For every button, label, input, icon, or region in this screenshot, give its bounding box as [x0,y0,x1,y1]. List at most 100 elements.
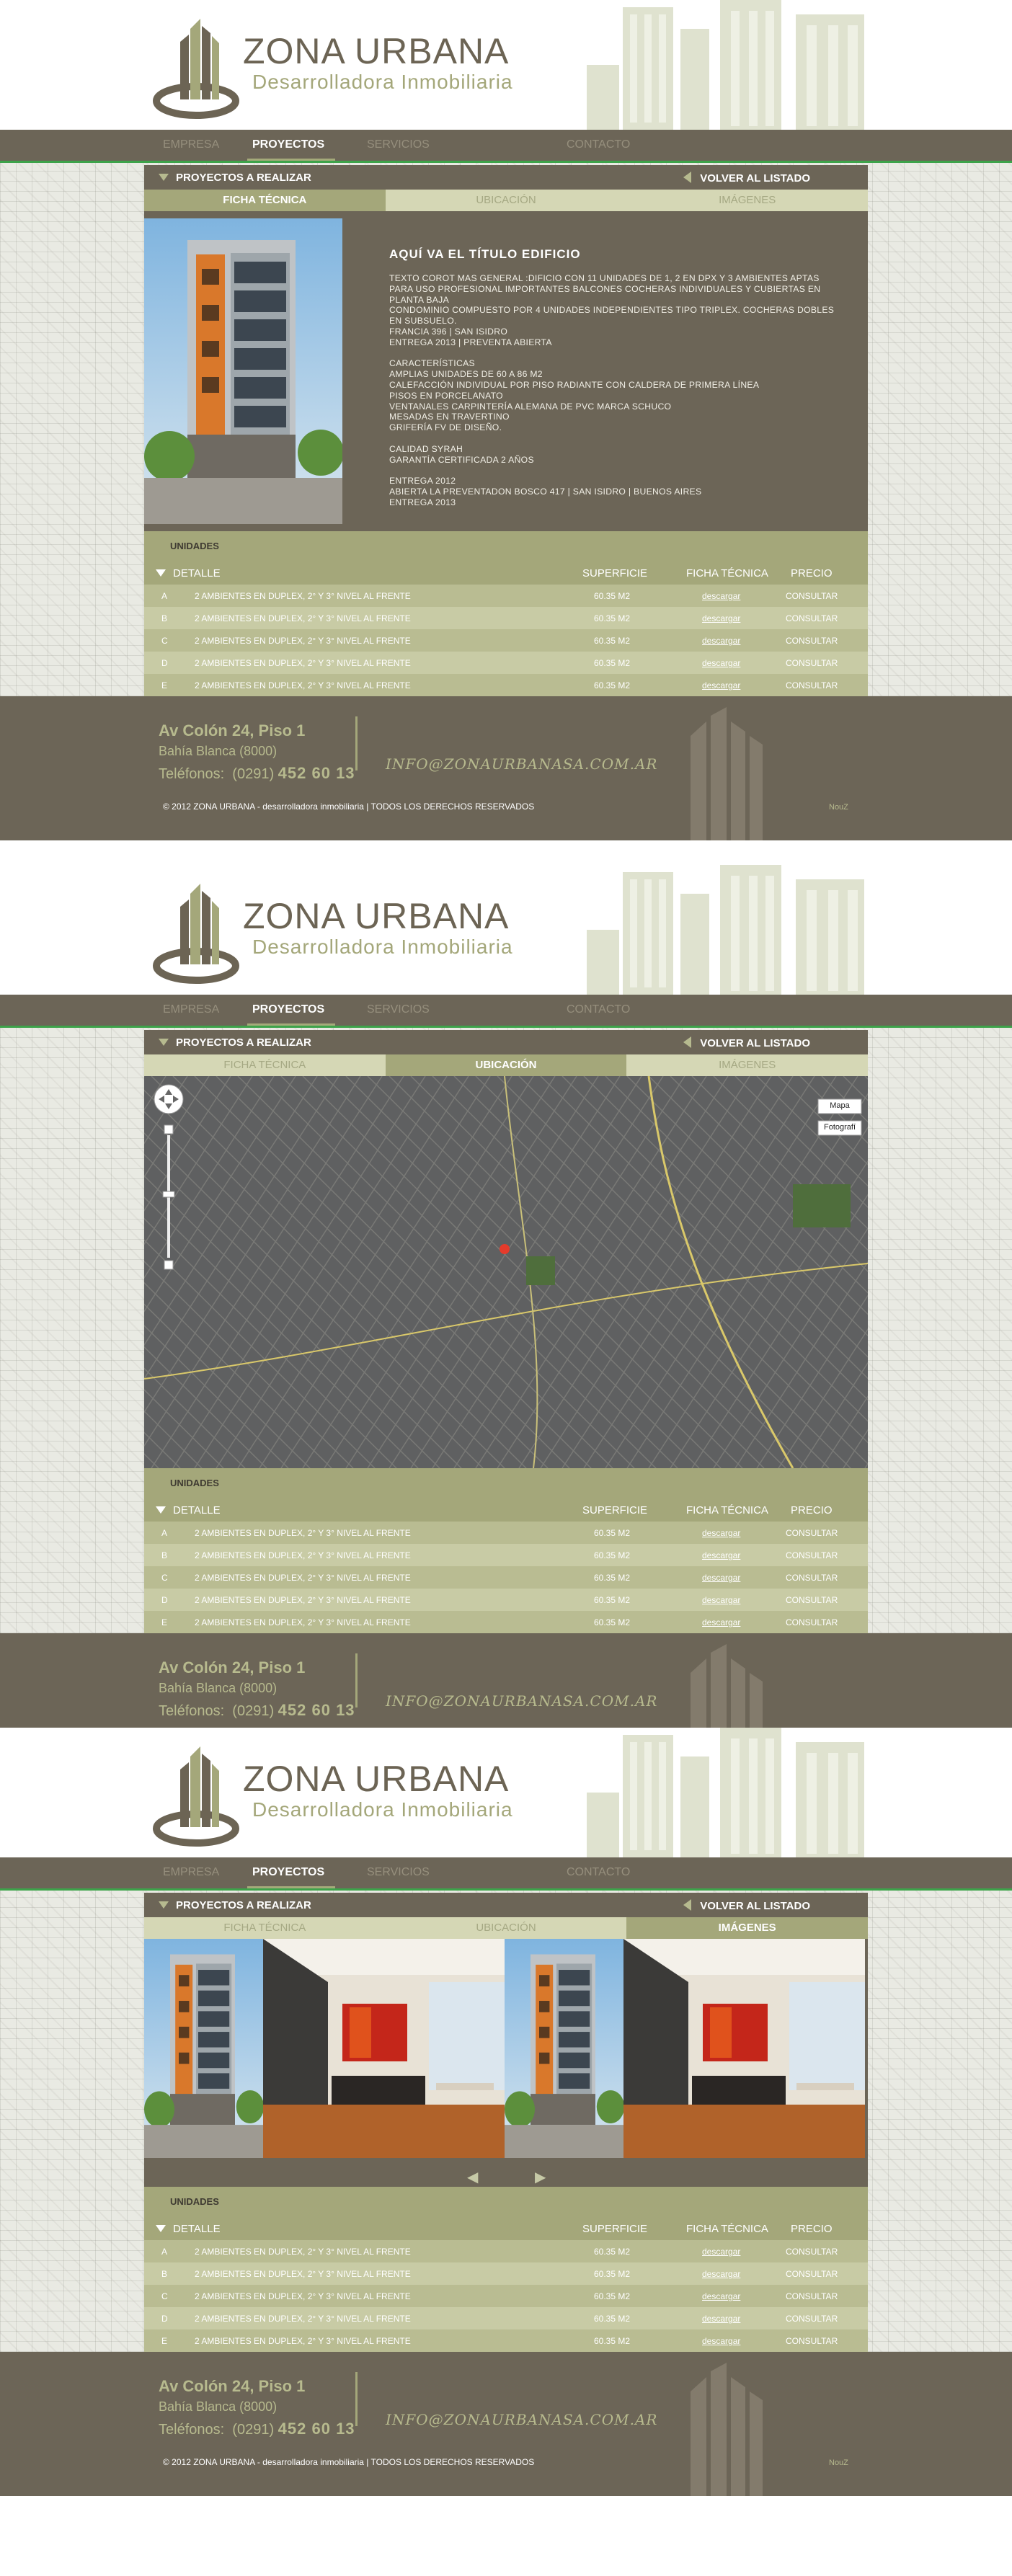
tab-ubicacion[interactable]: UBICACIÓN [385,1054,627,1076]
footer-copyright: © 2012 ZONA URBANA - desarrolladora inmo… [163,801,535,812]
satellite-map[interactable] [144,1076,868,1468]
nav-item-contacto[interactable]: CONTACTO [567,1866,630,1879]
footer-divider [355,2372,358,2426]
unit-download-link[interactable]: descargar [702,591,740,601]
unit-letter: E [161,1617,168,1627]
phone-label: Teléfonos: [159,766,225,782]
gallery-photo-interior-2 [623,1939,865,2158]
nav-item-contacto[interactable]: CONTACTO [567,1003,630,1016]
nav-item-empresa[interactable]: EMPRESA [163,138,219,151]
nav-item-proyectos[interactable]: PROYECTOS [252,1003,324,1016]
back-to-list-link[interactable]: VOLVER AL LISTADO [683,1899,810,1912]
unit-row[interactable]: A 2 AMBIENTES EN DUPLEX, 2° Y 3° NIVEL AL… [144,585,868,607]
projects-to-build-link[interactable]: PROYECTOS A REALIZAR [159,172,311,184]
unit-row[interactable]: D 2 AMBIENTES EN DUPLEX, 2° Y 3° NIVEL AL… [144,2307,868,2329]
unit-price: CONSULTAR [786,2336,838,2346]
projects-bar: PROYECTOS A REALIZAR VOLVER AL LISTADO [144,1893,868,1917]
unit-row[interactable]: E 2 AMBIENTES EN DUPLEX, 2° Y 3° NIVEL AL… [144,2329,868,2352]
tab-imagenes[interactable]: IMÁGENES [626,190,869,211]
unit-row[interactable]: B 2 AMBIENTES EN DUPLEX, 2° Y 3° NIVEL AL… [144,607,868,629]
projects-to-build-link[interactable]: PROYECTOS A REALIZAR [159,1036,311,1049]
unit-row[interactable]: B 2 AMBIENTES EN DUPLEX, 2° Y 3° NIVEL AL… [144,2262,868,2285]
tab-ubicacion[interactable]: UBICACIÓN [385,1917,627,1939]
footer-credit-link[interactable]: NouZ [829,2459,848,2467]
unit-row[interactable]: B 2 AMBIENTES EN DUPLEX, 2° Y 3° NIVEL AL… [144,1544,868,1566]
tab-ficha-tecnica[interactable]: FICHA TÉCNICA [144,1054,386,1076]
unit-download-link[interactable]: descargar [702,1595,740,1605]
nav-item-servicios[interactable]: SERVICIOS [367,1866,430,1879]
unit-download-link[interactable]: descargar [702,658,740,668]
unit-row[interactable]: E 2 AMBIENTES EN DUPLEX, 2° Y 3° NIVEL AL… [144,1611,868,1633]
gallery-prev-icon[interactable]: ◀ [467,2168,478,2186]
building-title: AQUÍ VA EL TÍTULO EDIFICIO [389,247,581,261]
map-type-button-satellite[interactable]: Fotografí [819,1123,861,1132]
back-to-list-link[interactable]: VOLVER AL LISTADO [683,172,810,185]
price-header: PRECIO [791,1504,833,1516]
brand-subtitle: Desarrolladora Inmobiliaria [252,936,513,958]
unit-download-link[interactable]: descargar [702,2291,740,2301]
unit-row[interactable]: C 2 AMBIENTES EN DUPLEX, 2° Y 3° NIVEL AL… [144,629,868,652]
footer-email-link[interactable]: INFO@ZONAURBANASA.COM.AR [386,755,657,773]
unit-download-link[interactable]: descargar [702,2314,740,2324]
nav-item-proyectos[interactable]: PROYECTOS [252,138,324,151]
unit-row[interactable]: C 2 AMBIENTES EN DUPLEX, 2° Y 3° NIVEL AL… [144,2285,868,2307]
unit-download-link[interactable]: descargar [702,1550,740,1560]
unit-row[interactable]: E 2 AMBIENTES EN DUPLEX, 2° Y 3° NIVEL AL… [144,674,868,696]
units-rows: A 2 AMBIENTES EN DUPLEX, 2° Y 3° NIVEL AL… [144,585,868,696]
footer-phone: Teléfonos: (0291) 452 60 13 [159,1701,355,1720]
site-header: ZONA URBANA Desarrolladora Inmobiliaria [0,865,1012,995]
unit-download-link[interactable]: descargar [702,613,740,623]
unit-download-link[interactable]: descargar [702,2336,740,2346]
gallery-next-icon[interactable]: ▶ [535,2168,546,2186]
back-to-list-link[interactable]: VOLVER AL LISTADO [683,1036,810,1049]
image-gallery [144,1939,868,2158]
footer-divider [355,716,358,770]
nav-item-servicios[interactable]: SERVICIOS [367,138,430,151]
tab-body: Mapa Fotografí [144,1076,868,1468]
unit-surface: 60.35 M2 [594,2247,631,2257]
tab-imagenes[interactable]: IMÁGENES [626,1054,869,1076]
phone-number: 452 60 13 [278,2420,355,2438]
nav-item-empresa[interactable]: EMPRESA [163,1003,219,1016]
units-title: UNIDADES [170,1478,219,1488]
nav-item-servicios[interactable]: SERVICIOS [367,1003,430,1016]
unit-row[interactable]: C 2 AMBIENTES EN DUPLEX, 2° Y 3° NIVEL AL… [144,1566,868,1589]
unit-price: CONSULTAR [786,2314,838,2324]
unit-row[interactable]: D 2 AMBIENTES EN DUPLEX, 2° Y 3° NIVEL AL… [144,1589,868,1611]
footer-credit-link[interactable]: NouZ [829,803,848,812]
unit-download-link[interactable]: descargar [702,2247,740,2257]
ficha-line: PISOS EN PORCELANATO [389,390,503,401]
zoom-out-icon [164,1260,174,1270]
unit-download-link[interactable]: descargar [702,1528,740,1538]
unit-download-link[interactable]: descargar [702,2269,740,2279]
unit-download-link[interactable]: descargar [702,1617,740,1627]
unit-description: 2 AMBIENTES EN DUPLEX, 2° Y 3° NIVEL AL … [195,613,411,623]
footer-email-link[interactable]: INFO@ZONAURBANASA.COM.AR [386,1692,657,1710]
unit-surface: 60.35 M2 [594,2269,631,2279]
tab-ubicacion[interactable]: UBICACIÓN [385,190,627,211]
tab-imagenes[interactable]: IMÁGENES [626,1917,869,1939]
unit-download-link[interactable]: descargar [702,636,740,646]
back-to-list-label: VOLVER AL LISTADO [700,1037,810,1049]
unit-surface: 60.35 M2 [594,1595,631,1605]
phone-number: 452 60 13 [278,1701,355,1719]
page-panel-3: ZONA URBANA Desarrolladora Inmobiliaria … [0,1728,1012,2496]
tab-ficha-tecnica[interactable]: FICHA TÉCNICA [144,190,386,211]
footer-email-link[interactable]: INFO@ZONAURBANASA.COM.AR [386,2411,657,2428]
ficha-line: GARANTÍA CERTIFICADA 2 AÑOS [389,454,534,465]
nav-item-proyectos[interactable]: PROYECTOS [252,1866,324,1879]
triangle-down-icon [156,2225,166,2232]
unit-download-link[interactable]: descargar [702,680,740,690]
unit-download-link[interactable]: descargar [702,1573,740,1583]
project-tabs: FICHA TÉCNICA UBICACIÓN IMÁGENES [144,1917,869,1939]
unit-row[interactable]: A 2 AMBIENTES EN DUPLEX, 2° Y 3° NIVEL AL… [144,2240,868,2262]
projects-to-build-link[interactable]: PROYECTOS A REALIZAR [159,1899,311,1911]
map-type-button-mapa[interactable]: Mapa [819,1101,861,1110]
ficha-line: CARACTERÍSTICAS [389,358,475,369]
unit-row[interactable]: A 2 AMBIENTES EN DUPLEX, 2° Y 3° NIVEL AL… [144,1522,868,1544]
nav-item-contacto[interactable]: CONTACTO [567,138,630,151]
unit-row[interactable]: D 2 AMBIENTES EN DUPLEX, 2° Y 3° NIVEL AL… [144,652,868,674]
building-photo [144,218,344,524]
nav-item-empresa[interactable]: EMPRESA [163,1866,219,1879]
tab-ficha-tecnica[interactable]: FICHA TÉCNICA [144,1917,386,1939]
